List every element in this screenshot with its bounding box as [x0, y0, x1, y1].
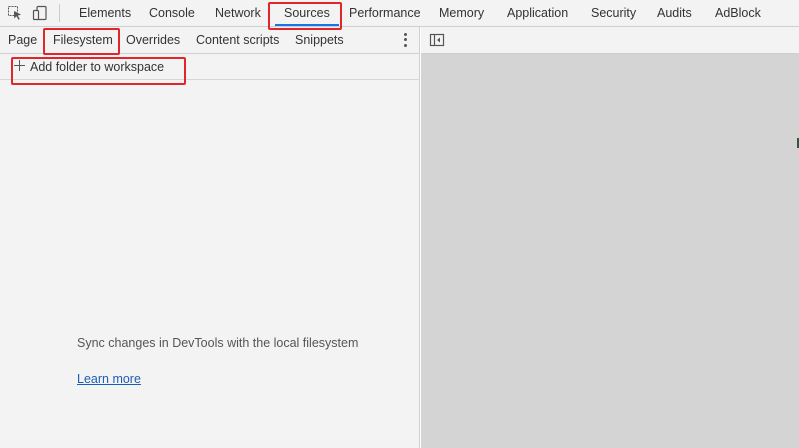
navigator-tabbar: Page Filesystem Overrides Content script…: [0, 27, 420, 54]
tab-performance[interactable]: Performance: [349, 0, 421, 27]
devtools-main-toolbar: Elements Console Network Sources Perform…: [0, 0, 799, 27]
subtab-filesystem[interactable]: Filesystem: [53, 27, 113, 53]
tab-sources[interactable]: Sources: [275, 0, 339, 27]
tab-memory[interactable]: Memory: [439, 0, 484, 27]
tab-network[interactable]: Network: [215, 0, 261, 27]
kebab-menu-icon[interactable]: [399, 32, 411, 48]
device-toggle-icon[interactable]: [32, 5, 48, 21]
tab-elements[interactable]: Elements: [79, 0, 131, 27]
tab-console[interactable]: Console: [149, 0, 195, 27]
filesystem-empty-message: Sync changes in DevTools with the local …: [77, 336, 359, 350]
editor-area: [421, 54, 799, 448]
tab-application[interactable]: Application: [507, 0, 568, 27]
add-folder-label: Add folder to workspace: [30, 60, 165, 74]
editor-toolbar: [421, 27, 799, 54]
subtab-overrides[interactable]: Overrides: [126, 27, 180, 53]
subtab-content-scripts[interactable]: Content scripts: [196, 27, 279, 53]
sidebar-toggle-icon[interactable]: [429, 32, 445, 48]
subtab-snippets[interactable]: Snippets: [295, 27, 344, 53]
sources-navigator-pane: Page Filesystem Overrides Content script…: [0, 27, 420, 448]
tab-security[interactable]: Security: [591, 0, 636, 27]
tab-adblock[interactable]: AdBlock: [715, 0, 761, 27]
subtab-page[interactable]: Page: [8, 27, 37, 53]
cursor-select-icon[interactable]: [7, 5, 23, 21]
learn-more-link[interactable]: Learn more: [77, 372, 141, 386]
tab-audits[interactable]: Audits: [657, 0, 692, 27]
plus-icon: [14, 60, 25, 71]
toolbar-divider: [59, 4, 60, 22]
add-folder-button[interactable]: Add folder to workspace: [0, 54, 420, 80]
